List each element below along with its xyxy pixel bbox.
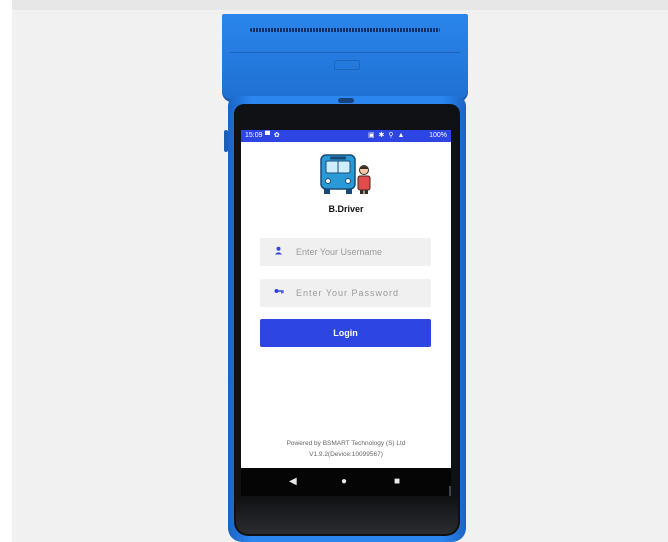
username-field[interactable] bbox=[260, 238, 431, 266]
key-icon bbox=[274, 287, 284, 297]
battery-level: 100% bbox=[429, 132, 447, 139]
powered-by-text: Powered by BSMART Technology (S) Ltd bbox=[286, 440, 406, 447]
printer-button-mark bbox=[334, 60, 360, 70]
user-icon bbox=[274, 246, 283, 257]
backdrop-top-band bbox=[12, 0, 668, 10]
home-icon[interactable]: ● bbox=[341, 474, 347, 490]
password-input[interactable] bbox=[296, 285, 424, 301]
android-nav-bar: ◀ ● ■ bbox=[241, 468, 451, 496]
username-input[interactable] bbox=[296, 244, 424, 260]
status-system-icons: ▣ ✱ ⚲ ▲ bbox=[368, 132, 406, 139]
printer-seam bbox=[230, 52, 460, 53]
status-notification-icons: ▀ ✿ bbox=[265, 132, 281, 139]
printer-paper-slot bbox=[250, 28, 440, 32]
bus-driver-logo-icon bbox=[320, 154, 371, 194]
device-bezel-bottom bbox=[236, 498, 458, 534]
nav-edge-mark bbox=[449, 486, 451, 496]
app-name: B.Driver bbox=[328, 204, 364, 214]
version-text: V1.9.2(Device:10099567) bbox=[309, 451, 383, 458]
password-field[interactable] bbox=[260, 279, 431, 307]
recent-apps-icon[interactable]: ■ bbox=[394, 474, 400, 490]
status-bar: 15:09 ▀ ✿ ▣ ✱ ⚲ ▲ 100% bbox=[241, 130, 451, 142]
device-camera bbox=[338, 98, 354, 103]
device-side-button bbox=[224, 130, 228, 152]
device-printer-head bbox=[222, 14, 468, 102]
back-icon[interactable]: ◀ bbox=[289, 474, 297, 490]
login-button[interactable]: Login bbox=[260, 319, 431, 347]
status-time: 15:09 bbox=[245, 132, 263, 139]
